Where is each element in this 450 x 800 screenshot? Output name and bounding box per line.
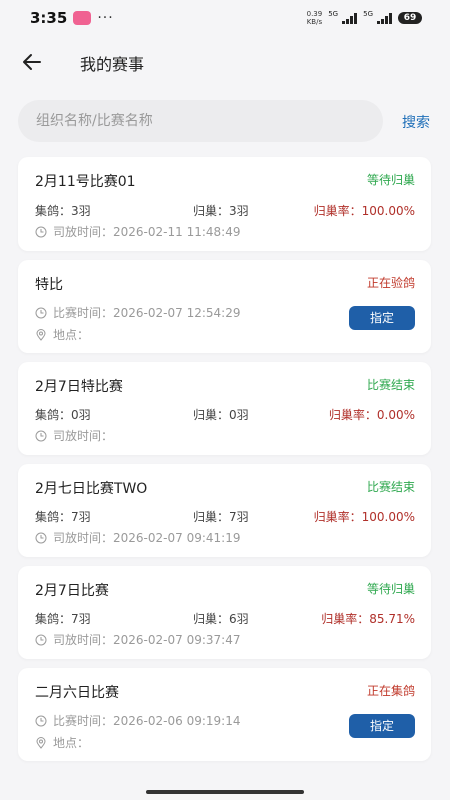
- release-time: 司放时间：: [35, 427, 113, 444]
- release-time: 司放时间： 2026-02-07 09:37:47: [35, 631, 240, 648]
- status-time: 3:35: [30, 9, 68, 27]
- return-rate: 归巢率：100.00%: [313, 204, 415, 218]
- release-time: 司放时间： 2026-02-11 11:48:49: [35, 223, 240, 240]
- return-rate: 归巢率：85.71%: [321, 612, 415, 626]
- collected-count: 集鸽：7羽: [35, 612, 91, 626]
- location-pin-icon: [36, 328, 46, 341]
- race-status: 等待归巢: [366, 582, 415, 596]
- clock-icon: [35, 715, 47, 726]
- race-title: 2月7日特比赛: [35, 379, 123, 395]
- race-title: 2月七日比赛TWO: [35, 481, 148, 497]
- network-speed: 0.39 KB/s: [306, 10, 323, 26]
- returned-count: 归巢：0羽: [193, 408, 249, 422]
- race-card[interactable]: 2月7日特比赛 比赛结束 集鸽：0羽 归巢：0羽 归巢率：0.00% 司放时间：: [18, 362, 431, 455]
- search-row: 搜索: [18, 100, 438, 142]
- race-status: 等待归巢: [366, 173, 415, 187]
- race-status: 比赛结束: [366, 378, 415, 392]
- app-header: 我的赛事: [0, 38, 450, 86]
- race-card[interactable]: 2月七日比赛TWO 比赛结束 集鸽：7羽 归巢：7羽 归巢率：100.00% 司…: [18, 464, 431, 557]
- return-rate: 归巢率：100.00%: [313, 510, 415, 524]
- clock-icon: [35, 634, 47, 645]
- more-notifications-icon: ···: [97, 10, 114, 26]
- collected-count: 集鸽：7羽: [35, 510, 91, 524]
- search-input[interactable]: [18, 100, 383, 142]
- race-status: 正在集鸽: [366, 684, 415, 698]
- signal-icon-2: [377, 12, 392, 24]
- clock-icon: [35, 430, 47, 441]
- location-pin-icon: [36, 736, 46, 749]
- collected-count: 集鸽：0羽: [35, 408, 91, 422]
- clock-icon: [35, 307, 47, 318]
- status-right: 0.39 KB/s 5G 5G 69: [307, 10, 422, 26]
- returned-count: 归巢：3羽: [193, 204, 249, 218]
- race-location: 地点：: [35, 734, 89, 751]
- clock-icon: [35, 226, 47, 237]
- returned-count: 归巢：6羽: [193, 612, 249, 626]
- returned-count: 归巢：7羽: [193, 510, 249, 524]
- home-indicator[interactable]: [146, 790, 304, 794]
- search-button[interactable]: 搜索: [402, 112, 430, 132]
- race-title: 特比: [35, 277, 63, 293]
- race-card[interactable]: 二月六日比赛 正在集鸽 比赛时间： 2026-02-06 09:19:14 地点：…: [18, 668, 431, 761]
- battery-icon: 69: [398, 12, 422, 24]
- assign-button[interactable]: 指定: [349, 714, 415, 738]
- race-status: 正在验鸽: [366, 276, 415, 290]
- collected-count: 集鸽：3羽: [35, 204, 91, 218]
- clock-icon: [35, 532, 47, 543]
- status-bar: 3:35 ··· 0.39 KB/s 5G 5G 69: [0, 0, 450, 36]
- signal-icon-1: [342, 12, 358, 24]
- page-title: 我的赛事: [80, 55, 145, 74]
- race-time: 比赛时间： 2026-02-06 09:19:14: [35, 712, 240, 729]
- app-notification-icon: [73, 11, 92, 25]
- network-type-2: 5G: [363, 10, 373, 18]
- race-card[interactable]: 特比 正在验鸽 比赛时间： 2026-02-07 12:54:29 地点： 指定: [18, 260, 431, 353]
- assign-button[interactable]: 指定: [349, 306, 415, 330]
- race-title: 2月11号比赛01: [35, 174, 136, 190]
- back-arrow-icon[interactable]: [20, 50, 44, 74]
- race-status: 比赛结束: [366, 480, 415, 494]
- release-time: 司放时间： 2026-02-07 09:41:19: [35, 529, 240, 546]
- race-card[interactable]: 2月7日比赛 等待归巢 集鸽：7羽 归巢：6羽 归巢率：85.71% 司放时间：…: [18, 566, 431, 659]
- race-card[interactable]: 2月11号比赛01 等待归巢 集鸽：3羽 归巢：3羽 归巢率：100.00% 司…: [18, 157, 431, 251]
- race-location: 地点：: [35, 326, 89, 343]
- race-title: 二月六日比赛: [35, 685, 119, 701]
- return-rate: 归巢率：0.00%: [328, 408, 415, 422]
- race-title: 2月7日比赛: [35, 583, 109, 599]
- network-type-1: 5G: [328, 10, 339, 18]
- race-time: 比赛时间： 2026-02-07 12:54:29: [35, 304, 240, 321]
